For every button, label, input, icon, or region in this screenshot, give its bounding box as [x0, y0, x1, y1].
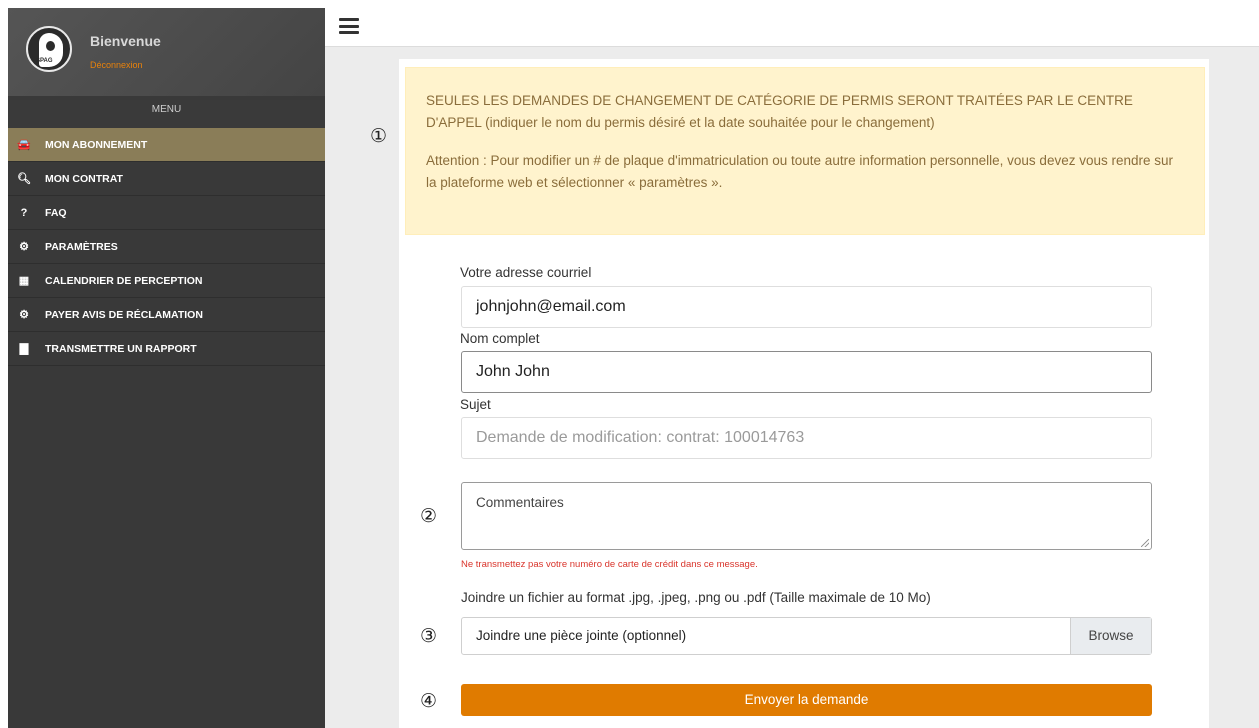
search-icon: 🔍︎ [17, 173, 31, 185]
comments-placeholder: Commentaires [476, 495, 564, 510]
file-upload-input[interactable]: Joindre une pièce jointe (optionnel) Bro… [461, 617, 1152, 655]
sidebar-item-transmettre-rapport[interactable]: ▇ TRANSMETTRE UN RAPPORT [8, 332, 325, 366]
sidebar-item-label: CALENDRIER DE PERCEPTION [45, 274, 203, 287]
document-icon: ▇ [19, 343, 29, 355]
gear-icon: ⚙ [19, 309, 29, 321]
sidebar-item-label: MON ABONNEMENT [45, 138, 148, 151]
gear-icon: ⚙ [19, 241, 29, 253]
sidebar: SPAG Bienvenue Déconnexion MENU 🚘 MON AB… [8, 8, 325, 728]
sidebar-item-label: PAYER AVIS DE RÉCLAMATION [45, 308, 203, 321]
sidebar-item-label: PARAMÈTRES [45, 240, 118, 253]
sidebar-item-payer-avis[interactable]: ⚙ PAYER AVIS DE RÉCLAMATION [8, 298, 325, 332]
sidebar-item-label: TRANSMETTRE UN RAPPORT [45, 342, 197, 355]
name-label: Nom complet [460, 331, 540, 346]
name-field[interactable]: John John [461, 351, 1152, 393]
resize-handle-icon[interactable] [1141, 539, 1149, 547]
step-marker-3: ③ [420, 626, 438, 647]
sidebar-item-label: FAQ [45, 206, 67, 219]
sidebar-item-mon-contrat[interactable]: 🔍︎ MON CONTRAT [8, 162, 325, 196]
logo: SPAG [26, 26, 72, 72]
email-label: Votre adresse courriel [460, 265, 592, 280]
hamburger-menu-icon[interactable] [339, 18, 359, 34]
step-marker-1: ① [370, 126, 388, 147]
step-marker-4: ④ [420, 691, 438, 712]
browse-button[interactable]: Browse [1070, 618, 1151, 654]
welcome-text: Bienvenue [90, 33, 161, 49]
file-upload-placeholder: Joindre une pièce jointe (optionnel) [476, 628, 687, 643]
logo-text: SPAG [36, 58, 53, 64]
submit-button[interactable]: Envoyer la demande [461, 684, 1152, 716]
top-bar [325, 8, 1259, 47]
notice-line-1: SEULES LES DEMANDES DE CHANGEMENT DE CAT… [426, 93, 1133, 130]
calendar-icon: ▦ [18, 275, 30, 287]
sidebar-item-calendrier[interactable]: ▦ CALENDRIER DE PERCEPTION [8, 264, 325, 298]
sidebar-item-label: MON CONTRAT [45, 172, 123, 185]
step-marker-2: ② [420, 506, 438, 527]
sidebar-item-parametres[interactable]: ⚙ PARAMÈTRES [8, 230, 325, 264]
menu-label: MENU [8, 100, 325, 128]
comments-textarea[interactable]: Commentaires [461, 482, 1152, 550]
logout-link[interactable]: Déconnexion [90, 60, 143, 70]
file-format-hint: Joindre un fichier au format .jpg, .jpeg… [461, 590, 931, 605]
subject-label: Sujet [460, 397, 491, 412]
sidebar-header: SPAG Bienvenue Déconnexion [8, 8, 325, 96]
question-icon: ? [20, 206, 28, 219]
subject-field[interactable]: Demande de modification: contrat: 100014… [461, 417, 1152, 459]
notice-line-2: Attention : Pour modifier un # de plaque… [426, 153, 1174, 190]
sidebar-item-mon-abonnement[interactable]: 🚘 MON ABONNEMENT [8, 128, 325, 162]
notice-alert: SEULES LES DEMANDES DE CHANGEMENT DE CAT… [405, 67, 1205, 235]
sidebar-item-faq[interactable]: ? FAQ [8, 196, 325, 230]
car-icon: 🚘 [17, 139, 31, 151]
email-field[interactable]: johnjohn@email.com [461, 286, 1152, 328]
credit-card-warning: Ne transmettez pas votre numéro de carte… [461, 559, 758, 570]
